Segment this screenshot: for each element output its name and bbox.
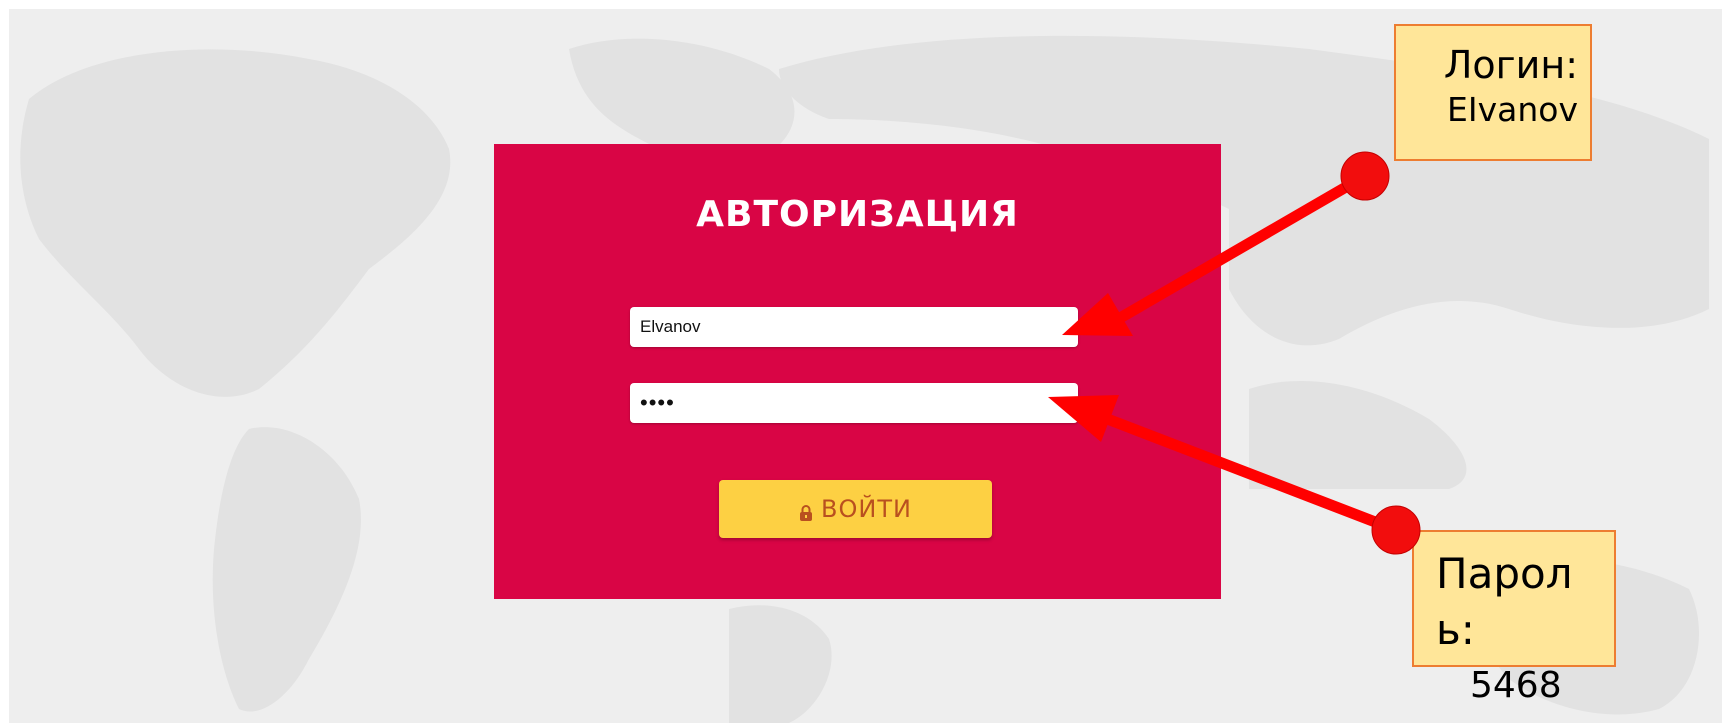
- password-callout: Пароль: 5468: [1412, 530, 1616, 706]
- lock-icon: [799, 500, 813, 521]
- login-button[interactable]: ВОЙТИ: [719, 480, 992, 538]
- login-input[interactable]: Elvanov: [630, 307, 1078, 347]
- login-title: АВТОРИЗАЦИЯ: [696, 194, 1019, 235]
- login-button-label: ВОЙТИ: [821, 495, 912, 523]
- password-callout-label: Пароль:: [1436, 549, 1573, 654]
- login-callout-value: EIvanov: [1447, 90, 1578, 129]
- password-callout-value: 5468: [1470, 665, 1562, 706]
- login-callout: Логин: EIvanov: [1394, 24, 1592, 161]
- login-panel: АВТОРИЗАЦИЯ Elvanov •••• ВОЙТИ: [494, 144, 1221, 599]
- login-callout-label: Логин:: [1443, 43, 1578, 87]
- password-input[interactable]: ••••: [630, 383, 1078, 423]
